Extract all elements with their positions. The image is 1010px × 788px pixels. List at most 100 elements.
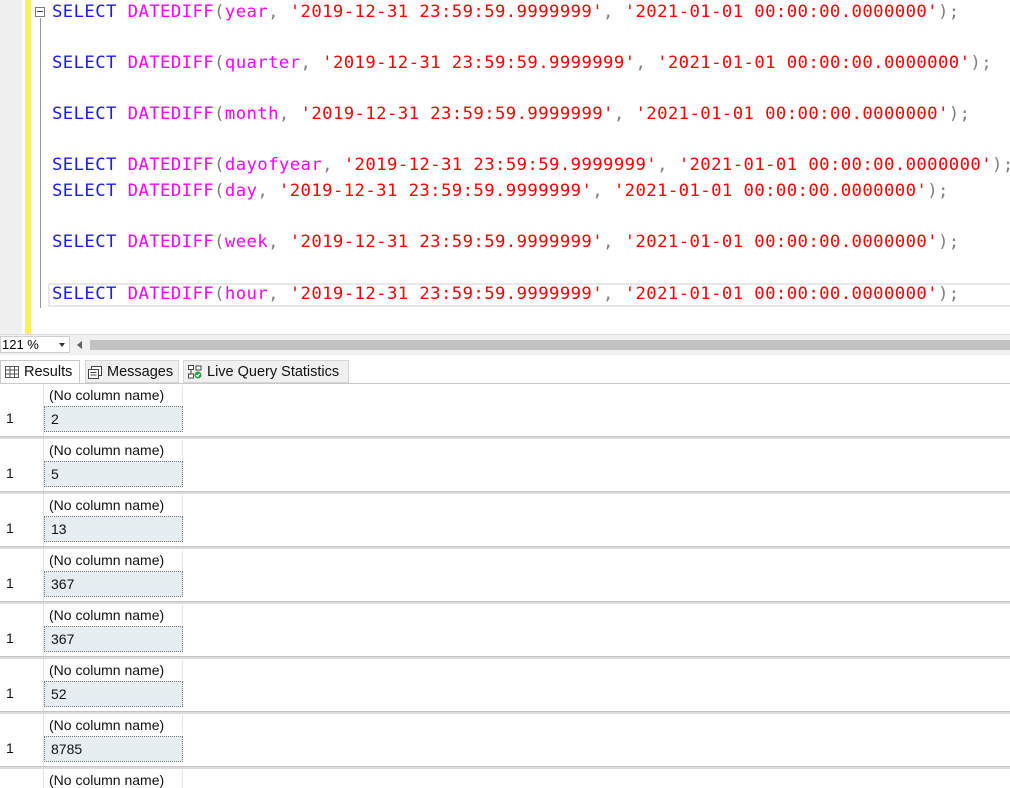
result-cell[interactable]: 52 (44, 681, 183, 707)
punctuation: , (278, 104, 301, 124)
column-header[interactable]: (No column name) (44, 660, 183, 680)
punctuation: ( (214, 104, 225, 124)
result-grid[interactable]: (No column name) 1 5 (0, 439, 1010, 494)
datepart-argument: dayofyear (224, 155, 323, 175)
result-cell[interactable]: 367 (44, 571, 183, 597)
punctuation: , (257, 181, 279, 201)
datepart-argument: month (224, 104, 279, 124)
result-grid[interactable]: (No column name) 1 52 (0, 659, 1010, 714)
punctuation: , (603, 284, 625, 304)
start-date-literal: '2019-12-31 23:59:59.9999999' (289, 284, 604, 304)
start-date-literal: '2019-12-31 23:59:59.9999999' (289, 232, 604, 252)
punctuation: ( (214, 53, 225, 73)
results-panel: (No column name) 1 2 (No column name) 1 5 (No … (0, 384, 1010, 788)
zoom-value: 121 % (2, 337, 39, 352)
punctuation: , (268, 2, 290, 22)
punctuation (117, 2, 128, 22)
code-line[interactable]: SELECT DATEDIFF(hour, '2019-12-31 23:59:… (52, 282, 960, 306)
punctuation: , (268, 284, 290, 304)
punctuation: ); (937, 284, 960, 304)
result-grid[interactable]: (No column name) 1 2 (0, 384, 1010, 439)
code-line[interactable]: SELECT DATEDIFF(day, '2019-12-31 23:59:5… (52, 179, 949, 203)
query-editor[interactable]: SELECT DATEDIFF(year, '2019-12-31 23:59:… (0, 0, 1010, 334)
start-date-literal: '2019-12-31 23:59:59.9999999' (278, 181, 593, 201)
scroll-left-arrow-icon[interactable] (77, 341, 82, 349)
row-number[interactable]: 1 (6, 520, 14, 536)
result-cell[interactable]: 13 (44, 516, 183, 542)
result-grid[interactable]: (No column name) 1 13 (0, 494, 1010, 549)
start-date-literal: '2019-12-31 23:59:59.9999999' (322, 53, 636, 73)
column-header[interactable]: (No column name) (44, 440, 183, 460)
row-number[interactable]: 1 (6, 465, 14, 481)
tab-live-label: Live Query Statistics (207, 364, 340, 380)
punctuation: ( (214, 284, 225, 304)
punctuation: ); (937, 232, 960, 252)
punctuation: , (322, 155, 344, 175)
punctuation (117, 53, 128, 73)
sql-keyword: SELECT (52, 284, 117, 304)
sql-keyword: SELECT (52, 104, 117, 124)
column-header[interactable]: (No column name) (44, 715, 183, 735)
row-number[interactable]: 1 (6, 575, 14, 591)
sql-function: DATEDIFF (127, 53, 215, 73)
tab-messages[interactable]: Messages (85, 360, 179, 383)
punctuation: ( (214, 181, 225, 201)
punctuation: ( (214, 232, 225, 252)
start-date-literal: '2019-12-31 23:59:59.9999999' (289, 2, 604, 22)
punctuation (117, 104, 128, 124)
code-line[interactable]: SELECT DATEDIFF(month, '2019-12-31 23:59… (52, 102, 970, 126)
horizontal-scrollbar-thumb[interactable] (90, 340, 1010, 350)
punctuation: , (268, 232, 290, 252)
sql-function: DATEDIFF (127, 2, 215, 22)
code-line[interactable]: SELECT DATEDIFF(dayofyear, '2019-12-31 2… (52, 153, 1010, 177)
result-cell[interactable]: 367 (44, 626, 183, 652)
result-grid[interactable]: (No column name) 1 367 (0, 549, 1010, 604)
row-number[interactable]: 1 (6, 685, 14, 701)
tab-results-label: Results (24, 364, 73, 380)
zoom-dropdown[interactable]: 121 % (0, 336, 70, 353)
sql-function: DATEDIFF (127, 181, 215, 201)
sql-function: DATEDIFF (127, 232, 215, 252)
sql-keyword: SELECT (52, 181, 117, 201)
result-grid[interactable]: (No column name) (0, 769, 1010, 788)
grid-icon (5, 366, 19, 379)
result-grid[interactable]: (No column name) 1 367 (0, 604, 1010, 659)
start-date-literal: '2019-12-31 23:59:59.9999999' (343, 155, 658, 175)
editor-gutter (0, 0, 22, 334)
result-cell[interactable]: 8785 (44, 736, 183, 762)
column-header[interactable]: (No column name) (44, 550, 183, 570)
column-header[interactable]: (No column name) (44, 385, 183, 405)
code-line[interactable]: SELECT DATEDIFF(week, '2019-12-31 23:59:… (52, 230, 960, 254)
collapse-outline-icon[interactable] (35, 7, 45, 17)
result-cell[interactable]: 2 (44, 406, 183, 432)
punctuation (117, 155, 128, 175)
tab-results[interactable]: Results (0, 360, 80, 383)
punctuation: , (300, 53, 323, 73)
row-number[interactable]: 1 (6, 740, 14, 756)
end-date-literal: '2021-01-01 00:00:00.0000000' (635, 104, 949, 124)
result-cell[interactable]: 5 (44, 461, 183, 487)
editor-zoom-bar: 121 % (0, 334, 1010, 355)
row-number[interactable]: 1 (6, 630, 14, 646)
end-date-literal: '2021-01-01 00:00:00.0000000' (624, 2, 938, 22)
row-number[interactable]: 1 (6, 410, 14, 426)
sql-keyword: SELECT (52, 2, 117, 22)
datepart-argument: week (224, 232, 269, 252)
punctuation: ); (927, 181, 949, 201)
punctuation: ( (214, 155, 225, 175)
results-tab-bar: Results Messages Live Query Statistics (0, 360, 1010, 384)
tab-live-query-statistics[interactable]: Live Query Statistics (183, 360, 349, 383)
result-grid[interactable]: (No column name) 1 8785 (0, 714, 1010, 769)
column-header[interactable]: (No column name) (44, 495, 183, 515)
punctuation (117, 284, 128, 304)
punctuation: , (613, 104, 636, 124)
punctuation: , (657, 155, 679, 175)
messages-icon (88, 365, 102, 379)
sql-keyword: SELECT (52, 155, 117, 175)
code-line[interactable]: SELECT DATEDIFF(year, '2019-12-31 23:59:… (52, 0, 960, 24)
punctuation: ( (214, 2, 225, 22)
column-header[interactable]: (No column name) (44, 770, 183, 788)
code-line[interactable]: SELECT DATEDIFF(quarter, '2019-12-31 23:… (52, 51, 992, 75)
column-header[interactable]: (No column name) (44, 605, 183, 625)
punctuation: ); (937, 2, 960, 22)
